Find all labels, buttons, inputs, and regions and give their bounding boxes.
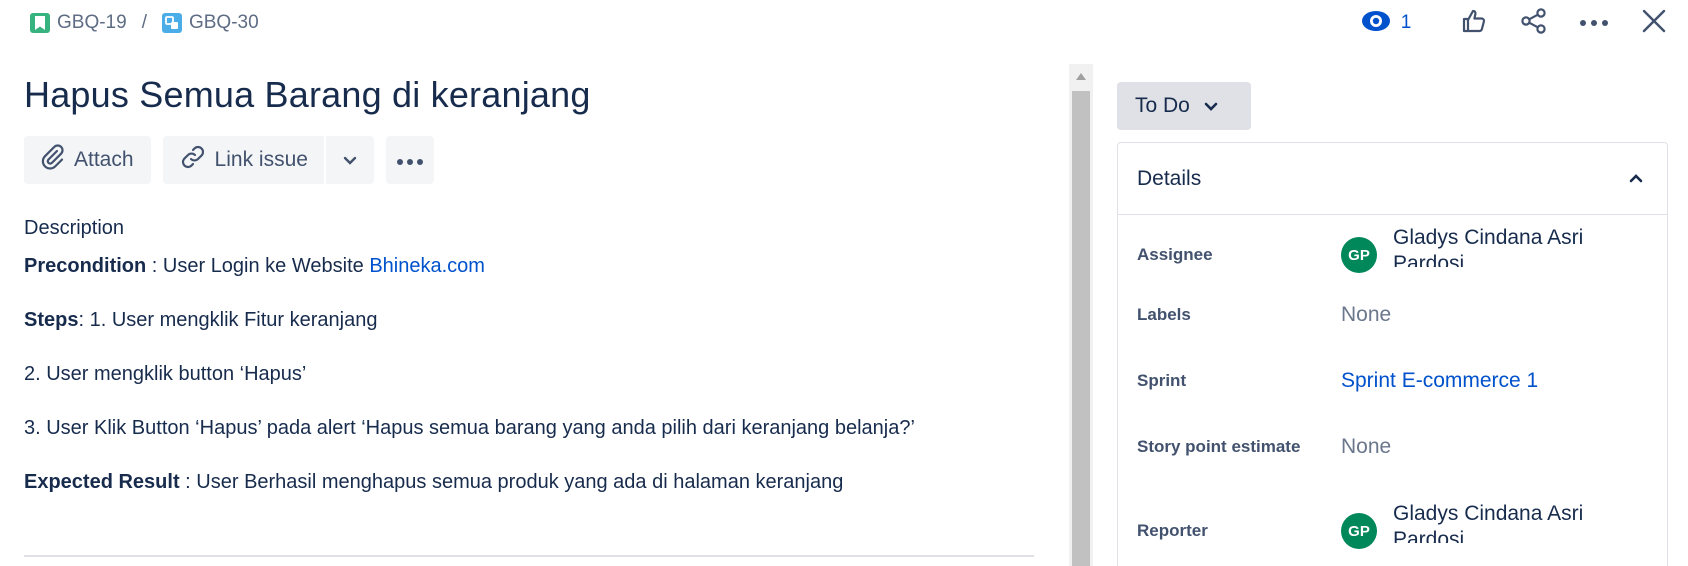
attach-label: Attach bbox=[74, 148, 134, 171]
parent-issue-key: GBQ-19 bbox=[57, 12, 127, 33]
breadcrumb: GBQ-19 / GBQ-30 bbox=[30, 10, 259, 36]
details-panel: Details Assignee GP Gladys Cindana Asri … bbox=[1117, 142, 1668, 566]
sprint-label: Sprint bbox=[1137, 371, 1187, 390]
link-issue-dropdown-button[interactable] bbox=[325, 136, 374, 184]
steps-line: Steps: 1. User mengklik Fitur keranjang bbox=[24, 308, 1024, 332]
issue-actions-bar: 1 bbox=[1350, 5, 1676, 41]
precondition-label: Precondition bbox=[24, 255, 147, 277]
more-icon bbox=[396, 148, 424, 172]
labels-label: Labels bbox=[1137, 305, 1191, 324]
close-button[interactable] bbox=[1632, 5, 1676, 41]
assignee-value[interactable]: GP Gladys Cindana Asri Pardosi bbox=[1341, 225, 1613, 273]
steps-text: : 1. User mengklik Fitur keranjang bbox=[78, 309, 378, 331]
reporter-value[interactable]: GP Gladys Cindana Asri Pardosi bbox=[1341, 501, 1613, 549]
share-icon bbox=[1520, 7, 1548, 39]
breadcrumb-parent-issue[interactable]: GBQ-19 bbox=[30, 12, 127, 34]
more-icon bbox=[1579, 14, 1609, 32]
expected-text: : User Berhasil menghapus semua produk y… bbox=[179, 471, 844, 493]
attach-button[interactable]: Attach bbox=[24, 136, 151, 184]
link-icon bbox=[179, 143, 207, 177]
watch-button[interactable]: 1 bbox=[1350, 5, 1422, 41]
watch-count: 1 bbox=[1400, 12, 1412, 33]
eye-icon bbox=[1361, 10, 1391, 37]
step-2: 2. User mengklik button ‘Hapus’ bbox=[24, 363, 307, 385]
precondition-text: : User Login ke Website bbox=[146, 255, 370, 277]
toolbar-more-button[interactable] bbox=[385, 136, 434, 184]
expected-label: Expected Result bbox=[24, 471, 180, 493]
vote-button[interactable] bbox=[1452, 5, 1496, 41]
issue-title[interactable]: Hapus Semua Barang di keranjang bbox=[24, 74, 591, 116]
chevron-up-icon bbox=[1629, 170, 1643, 188]
link-issue-group: Link issue bbox=[162, 136, 374, 184]
more-actions-button[interactable] bbox=[1572, 5, 1616, 41]
steps-label: Steps bbox=[24, 309, 79, 331]
details-header[interactable]: Details bbox=[1118, 143, 1667, 215]
link-issue-button[interactable]: Link issue bbox=[162, 136, 324, 184]
status-label: To Do bbox=[1135, 94, 1190, 117]
assignee-field: Assignee GP Gladys Cindana Asri Pardosi bbox=[1137, 226, 1657, 285]
chevron-down-icon bbox=[1204, 94, 1218, 118]
precondition-link[interactable]: Bhineka.com bbox=[369, 255, 485, 277]
story-point-value[interactable]: None bbox=[1341, 435, 1391, 459]
current-issue-key: GBQ-30 bbox=[188, 12, 259, 33]
share-button[interactable] bbox=[1512, 5, 1556, 41]
breadcrumb-separator: / bbox=[141, 12, 147, 33]
scroll-up-arrow[interactable] bbox=[1069, 64, 1093, 88]
precondition-line: Precondition : User Login ke Website Bhi… bbox=[24, 254, 1024, 278]
reporter-name: Gladys Cindana Asri Pardosi bbox=[1393, 502, 1584, 543]
scroll-thumb[interactable] bbox=[1072, 91, 1090, 566]
paperclip-icon bbox=[40, 143, 66, 177]
reporter-label: Reporter bbox=[1137, 521, 1208, 540]
status-dropdown-button[interactable]: To Do bbox=[1117, 82, 1251, 130]
content-divider bbox=[24, 555, 1034, 557]
labels-value[interactable]: None bbox=[1341, 303, 1391, 327]
main-scrollbar[interactable] bbox=[1069, 64, 1093, 566]
assignee-label: Assignee bbox=[1137, 245, 1213, 264]
sprint-value[interactable]: Sprint E-commerce 1 bbox=[1341, 369, 1538, 393]
close-icon bbox=[1642, 9, 1666, 38]
description-heading: Description bbox=[24, 217, 125, 239]
assignee-name: Gladys Cindana Asri Pardosi bbox=[1393, 226, 1584, 267]
breadcrumb-current-issue[interactable]: GBQ-30 bbox=[161, 12, 259, 34]
reporter-field: Reporter GP Gladys Cindana Asri Pardosi bbox=[1137, 502, 1657, 561]
story-icon bbox=[30, 13, 50, 33]
issue-toolbar: Attach Link issue bbox=[24, 136, 434, 184]
assignee-avatar: GP bbox=[1341, 237, 1377, 273]
story-point-label: Story point estimate bbox=[1137, 437, 1301, 456]
expected-line: Expected Result : User Berhasil menghapu… bbox=[24, 470, 1024, 494]
description-body[interactable]: Precondition : User Login ke Website Bhi… bbox=[24, 254, 1024, 524]
thumbs-up-icon bbox=[1461, 8, 1487, 39]
subtask-icon bbox=[161, 13, 182, 33]
link-issue-label: Link issue bbox=[214, 148, 308, 171]
step-3: 3. User Klik Button ‘Hapus’ pada alert ‘… bbox=[24, 417, 915, 439]
details-title: Details bbox=[1137, 166, 1202, 190]
reporter-avatar: GP bbox=[1341, 513, 1377, 549]
chevron-down-icon bbox=[343, 148, 357, 172]
